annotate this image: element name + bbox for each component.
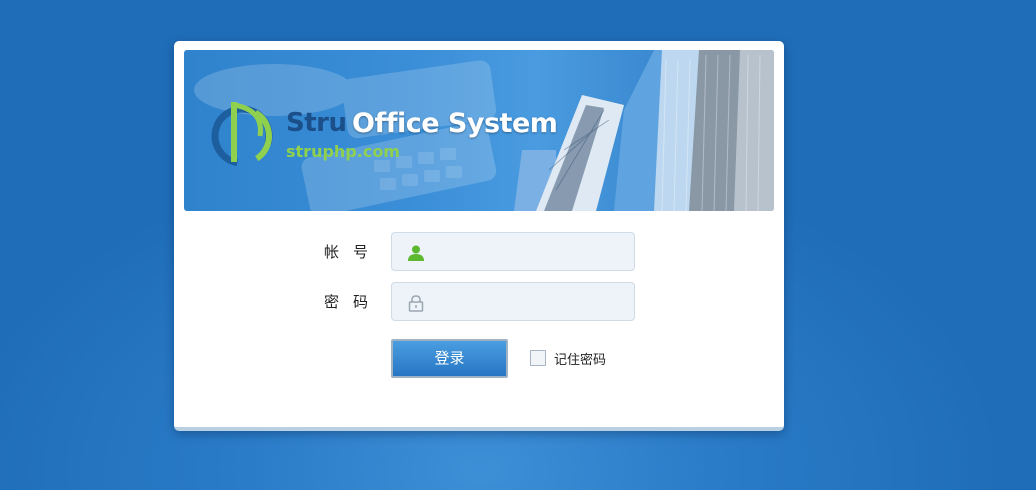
username-label: 帐号	[324, 243, 383, 261]
password-row: 密码	[174, 282, 784, 322]
password-input[interactable]	[432, 291, 627, 313]
brand-prefix: Stru	[286, 108, 347, 138]
brand-name: Office System	[352, 108, 558, 139]
password-label: 密码	[324, 293, 383, 311]
header-banner: Stru Office System struphp.com	[184, 50, 774, 211]
password-field[interactable]	[391, 282, 635, 321]
remember-label: 记住密码	[554, 352, 607, 368]
username-row: 帐号	[174, 232, 784, 272]
user-icon	[408, 245, 424, 261]
login-button[interactable]: 登录	[391, 339, 508, 378]
login-card: Stru Office System struphp.com 帐号 密码 登录 …	[174, 41, 784, 431]
username-input[interactable]	[432, 241, 627, 263]
brand-url: struphp.com	[286, 142, 400, 161]
remember-checkbox[interactable]	[530, 350, 546, 366]
username-field[interactable]	[391, 232, 635, 271]
remember-password[interactable]: 记住密码	[530, 349, 607, 368]
lock-icon	[408, 295, 424, 312]
